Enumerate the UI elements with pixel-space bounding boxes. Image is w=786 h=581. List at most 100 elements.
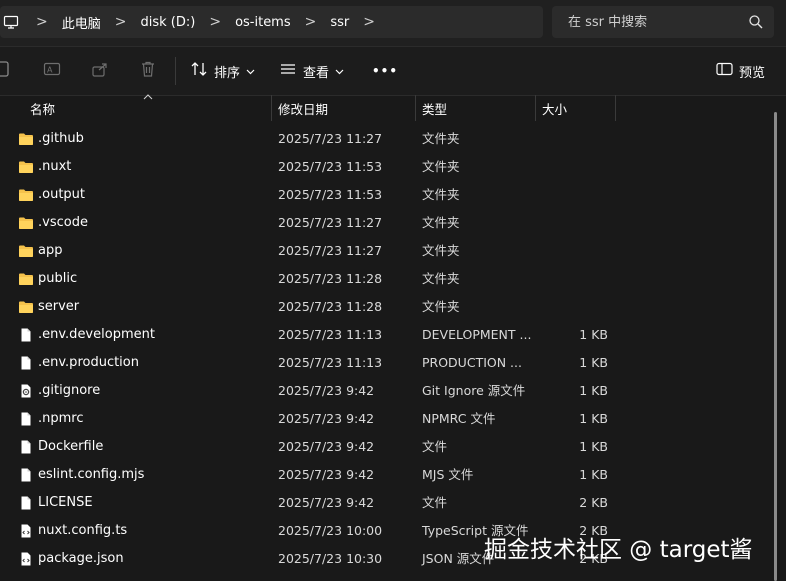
- column-header-row: 名称 修改日期 类型 大小: [0, 94, 786, 121]
- preview-pane-icon: [716, 62, 733, 80]
- chevron-right-icon: >: [36, 14, 48, 30]
- file-size: 1 KB: [579, 439, 608, 454]
- file-modified-date: 2025/7/23 11:53: [278, 187, 383, 202]
- file-list: .github 2025/7/23 11:27 文件夹 .nuxt 2025/7/23 …: [0, 125, 776, 573]
- file-size: 2 KB: [579, 495, 608, 510]
- vertical-scrollbar[interactable]: [774, 112, 777, 581]
- this-pc-icon[interactable]: [0, 14, 22, 30]
- code-file-icon: [18, 523, 34, 539]
- chevron-right-icon: >: [114, 14, 127, 30]
- copy-button[interactable]: [0, 47, 12, 95]
- file-type: 文件夹: [422, 215, 460, 230]
- column-header-label: 大小: [542, 101, 568, 117]
- search-input[interactable]: [566, 13, 750, 31]
- file-name: .nuxt: [38, 159, 72, 174]
- file-size: 1 KB: [579, 411, 608, 426]
- file-row[interactable]: .output 2025/7/23 11:53 文件夹: [0, 181, 776, 209]
- chevron-down-icon: [335, 64, 344, 79]
- file-size: 1 KB: [579, 383, 608, 398]
- file-modified-date: 2025/7/23 11:13: [278, 327, 383, 342]
- file-row[interactable]: .nuxt 2025/7/23 11:53 文件夹: [0, 153, 776, 181]
- file-size: 1 KB: [579, 467, 608, 482]
- file-row[interactable]: server 2025/7/23 11:28 文件夹: [0, 293, 776, 321]
- more-icon: •••: [372, 64, 399, 78]
- view-label: 查看: [303, 65, 330, 81]
- column-header-label: 名称: [30, 101, 56, 117]
- file-type: 文件: [422, 439, 448, 454]
- file-name: .output: [38, 187, 86, 202]
- folder-icon: [18, 187, 34, 203]
- column-header-size[interactable]: 大小: [542, 95, 567, 121]
- delete-button[interactable]: [139, 47, 157, 95]
- column-header-type[interactable]: 类型: [422, 95, 447, 121]
- file-type: Git Ignore 源文件: [422, 383, 526, 398]
- file-modified-date: 2025/7/23 9:42: [278, 411, 375, 426]
- column-resize-handle[interactable]: [415, 95, 416, 121]
- breadcrumb-item-disk-d[interactable]: > disk (D:): [101, 6, 196, 38]
- file-icon: [18, 439, 34, 455]
- preview-pane-button[interactable]: 预览: [716, 47, 765, 95]
- file-type: 文件夹: [422, 131, 460, 146]
- address-bar-region: > 此电脑 > disk (D:) > os-items > ssr >: [0, 0, 786, 47]
- file-row[interactable]: LICENSE 2025/7/23 9:42 文件 2 KB: [0, 489, 776, 517]
- file-modified-date: 2025/7/23 9:42: [278, 495, 375, 510]
- search-box[interactable]: [552, 6, 774, 38]
- view-button[interactable]: 查看: [279, 47, 344, 95]
- file-icon: [18, 411, 34, 427]
- file-icon: [18, 327, 34, 343]
- share-button[interactable]: [91, 47, 109, 95]
- breadcrumb-item-ssr[interactable]: > ssr >: [291, 6, 389, 38]
- toolbar-divider: [175, 57, 176, 85]
- file-row[interactable]: .npmrc 2025/7/23 9:42 NPMRC 文件 1 KB: [0, 405, 776, 433]
- rename-button[interactable]: A: [43, 47, 61, 95]
- more-options-button[interactable]: •••: [372, 47, 398, 95]
- sort-button[interactable]: 排序: [190, 47, 255, 95]
- file-row[interactable]: public 2025/7/23 11:28 文件夹: [0, 265, 776, 293]
- column-resize-handle[interactable]: [535, 95, 536, 121]
- file-icon: [18, 355, 34, 371]
- sort-label: 排序: [214, 65, 241, 81]
- breadcrumb-label: ssr: [330, 14, 350, 30]
- breadcrumb-item-this-pc[interactable]: > 此电脑: [22, 6, 101, 38]
- file-name: Dockerfile: [38, 439, 104, 454]
- column-header-date[interactable]: 修改日期: [278, 95, 328, 121]
- folder-icon: [18, 243, 34, 259]
- column-resize-handle[interactable]: [271, 95, 272, 121]
- file-name: .npmrc: [38, 411, 84, 426]
- file-row[interactable]: .env.development 2025/7/23 11:13 DEVELOPME…: [0, 321, 776, 349]
- breadcrumb-item-os-items[interactable]: > os-items: [195, 6, 290, 38]
- file-name: eslint.config.mjs: [38, 467, 145, 482]
- search-icon[interactable]: [748, 14, 764, 34]
- folder-icon: [18, 159, 34, 175]
- column-header-name[interactable]: 名称: [30, 95, 55, 121]
- file-type: NPMRC 文件: [422, 411, 496, 426]
- file-row[interactable]: Dockerfile 2025/7/23 9:42 文件 1 KB: [0, 433, 776, 461]
- chevron-right-icon[interactable]: >: [349, 14, 389, 30]
- view-icon: [279, 60, 297, 82]
- file-modified-date: 2025/7/23 10:30: [278, 551, 383, 566]
- file-row[interactable]: .gitignore 2025/7/23 9:42 Git Ignore 源文件 1 …: [0, 377, 776, 405]
- file-icon: [18, 467, 34, 483]
- rename-icon: A: [43, 60, 61, 82]
- file-name: .env.development: [38, 327, 155, 342]
- file-row[interactable]: eslint.config.mjs 2025/7/23 9:42 MJS 文件 1 K…: [0, 461, 776, 489]
- breadcrumb-label: os-items: [235, 14, 291, 30]
- trash-icon: [139, 60, 157, 82]
- file-type: 文件夹: [422, 271, 460, 286]
- file-row[interactable]: .github 2025/7/23 11:27 文件夹: [0, 125, 776, 153]
- file-row[interactable]: .env.production 2025/7/23 11:13 PRODUCTION…: [0, 349, 776, 377]
- file-name: package.json: [38, 551, 124, 566]
- folder-icon: [18, 215, 34, 231]
- file-modified-date: 2025/7/23 11:28: [278, 271, 383, 286]
- file-name: .github: [38, 131, 84, 146]
- file-modified-date: 2025/7/23 9:42: [278, 467, 375, 482]
- file-modified-date: 2025/7/23 11:27: [278, 243, 383, 258]
- breadcrumb[interactable]: > 此电脑 > disk (D:) > os-items > ssr >: [0, 6, 543, 38]
- file-row[interactable]: .vscode 2025/7/23 11:27 文件夹: [0, 209, 776, 237]
- file-type: DEVELOPMENT ...: [422, 327, 532, 342]
- file-modified-date: 2025/7/23 9:42: [278, 383, 375, 398]
- file-row[interactable]: app 2025/7/23 11:27 文件夹: [0, 237, 776, 265]
- file-type: 文件夹: [422, 243, 460, 258]
- file-modified-date: 2025/7/23 11:13: [278, 355, 383, 370]
- column-resize-handle[interactable]: [615, 95, 616, 121]
